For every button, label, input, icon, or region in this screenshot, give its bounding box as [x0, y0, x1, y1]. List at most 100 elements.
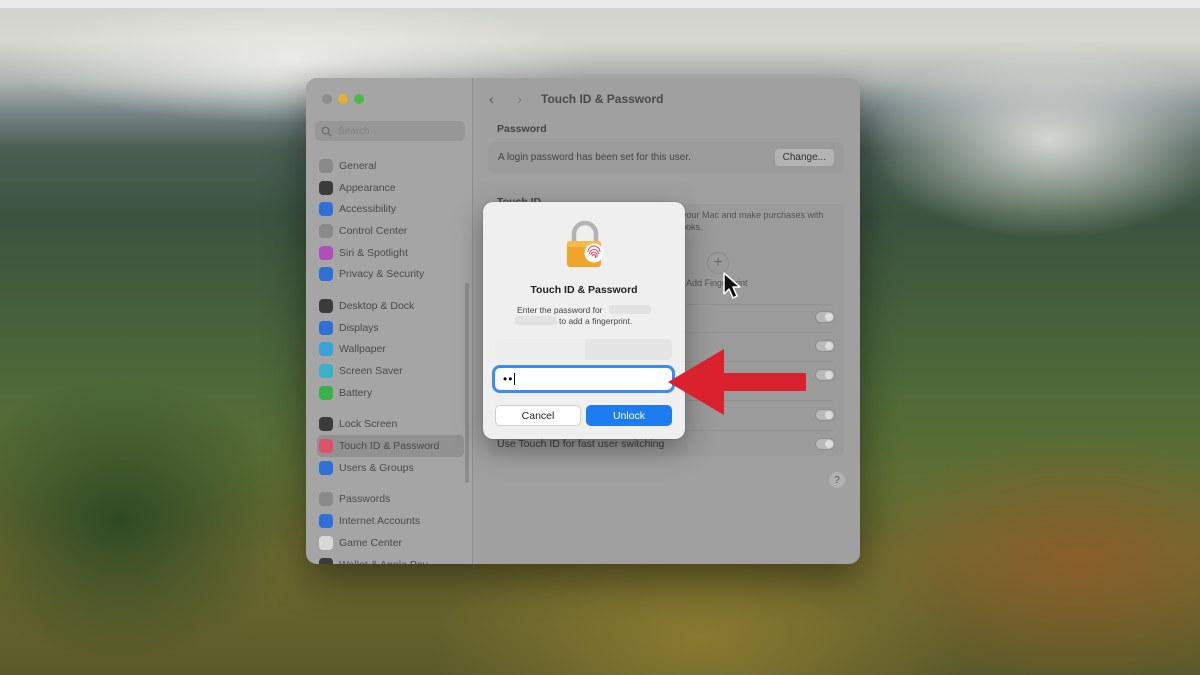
sidebar-item-label: Appearance: [339, 181, 396, 194]
search-icon: [321, 126, 332, 137]
displays-icon: [319, 320, 333, 335]
add-fingerprint-button[interactable]: +: [707, 252, 729, 274]
sidebar: Search General Appearance Accessibility Con…: [306, 78, 473, 564]
password-section-label: Password: [497, 123, 547, 135]
redacted-username: [515, 316, 557, 325]
sidebar-item-displays[interactable]: Displays: [317, 317, 464, 339]
redacted-username: [609, 305, 651, 314]
battery-icon: [319, 385, 333, 400]
at-icon: [319, 514, 333, 529]
cancel-button[interactable]: Cancel: [495, 405, 581, 426]
redacted-username-value: [495, 339, 585, 360]
lock-screen-icon: [319, 417, 333, 432]
sidebar-item-siri-spotlight[interactable]: Siri & Spotlight: [317, 242, 464, 264]
sidebar-item-passwords[interactable]: Passwords: [317, 489, 464, 511]
username-field[interactable]: [495, 339, 672, 360]
mouse-pointer-icon: [723, 272, 741, 299]
sidebar-item-privacy-security[interactable]: Privacy & Security: [317, 263, 464, 285]
apple-pay-toggle[interactable]: [815, 340, 835, 352]
sidebar-item-label: Lock Screen: [339, 418, 398, 431]
fast-user-switching-label: Use Touch ID for fast user switching: [497, 438, 665, 450]
dialog-message: Enter the password for: [517, 305, 603, 315]
sidebar-item-wallpaper[interactable]: Wallpaper: [317, 339, 464, 361]
sidebar-item-label: Game Center: [339, 536, 403, 549]
password-field[interactable]: ••: [495, 368, 672, 390]
key-icon: [319, 492, 333, 507]
window-controls: [322, 94, 364, 104]
password-status-text: A login password has been set for this u…: [498, 152, 691, 163]
auth-dialog: Touch ID & Password Enter the password f…: [483, 202, 685, 439]
password-card: A login password has been set for this u…: [488, 142, 844, 173]
sidebar-scrollbar[interactable]: [465, 283, 469, 483]
sidebar-item-game-center[interactable]: Game Center: [317, 532, 464, 554]
sidebar-item-wallet-apple-pay[interactable]: Wallet & Apple Pay: [317, 554, 464, 564]
forward-button[interactable]: ›: [517, 91, 522, 108]
wallpaper-icon: [319, 342, 333, 357]
sidebar-item-lock-screen[interactable]: Lock Screen: [317, 414, 464, 436]
sidebar-item-label: Displays: [339, 321, 379, 334]
sidebar-item-label: Battery: [339, 386, 373, 399]
text-caret: [514, 373, 516, 385]
wallet-icon: [319, 557, 333, 564]
sidebar-item-label: Internet Accounts: [339, 515, 421, 528]
sidebar-item-label: Control Center: [339, 224, 408, 237]
page-title: Touch ID & Password: [541, 92, 664, 106]
siri-icon: [319, 245, 333, 260]
change-password-button[interactable]: Change...: [774, 149, 834, 166]
sidebar-item-general[interactable]: General: [317, 155, 464, 177]
sidebar-item-desktop-dock[interactable]: Desktop & Dock: [317, 295, 464, 317]
desktop-icon: [319, 298, 333, 313]
control-center-icon: [319, 223, 333, 238]
minimize-button[interactable]: [338, 94, 348, 104]
sidebar-item-label: General: [339, 159, 377, 172]
zoom-button[interactable]: [354, 94, 364, 104]
sidebar-item-label: Wallpaper: [339, 343, 386, 356]
sidebar-item-label: Desktop & Dock: [339, 299, 415, 312]
touchid-description: k your Mac and make purchases with Books.: [675, 210, 824, 232]
lock-fingerprint-icon: [563, 220, 609, 270]
password-autofill-toggle[interactable]: [815, 409, 835, 421]
password-value: ••: [503, 372, 514, 386]
sidebar-item-internet-accounts[interactable]: Internet Accounts: [317, 510, 464, 532]
back-button[interactable]: ‹: [489, 91, 494, 108]
users-icon: [319, 460, 333, 475]
sidebar-item-touch-id-password[interactable]: Touch ID & Password: [317, 435, 464, 457]
fast-user-switching-toggle[interactable]: [815, 438, 835, 450]
menu-bar: [0, 0, 1200, 8]
close-button[interactable]: [322, 94, 332, 104]
sidebar-item-control-center[interactable]: Control Center: [317, 220, 464, 242]
game-center-icon: [319, 535, 333, 550]
hand-icon: [319, 267, 333, 282]
sidebar-item-label: Wallet & Apple Pay: [339, 559, 428, 564]
red-arrow-annotation: [668, 349, 806, 415]
gear-icon: [319, 158, 333, 173]
unlock-button[interactable]: Unlock: [586, 405, 672, 426]
sidebar-item-battery[interactable]: Battery: [317, 382, 464, 404]
sidebar-search[interactable]: Search: [315, 121, 465, 141]
unlock-mac-toggle[interactable]: [815, 311, 835, 323]
sidebar-item-label: Passwords: [339, 493, 391, 506]
sidebar-item-accessibility[interactable]: Accessibility: [317, 198, 464, 220]
search-input[interactable]: Search: [338, 126, 370, 137]
sidebar-item-label: Privacy & Security: [339, 268, 425, 281]
fingerprint-icon: [319, 439, 333, 454]
help-button[interactable]: ?: [829, 472, 845, 488]
sidebar-item-label: Touch ID & Password: [339, 440, 440, 453]
dialog-message-continued: to add a fingerprint.: [559, 316, 633, 326]
sidebar-item-users-groups[interactable]: Users & Groups: [317, 457, 464, 479]
accessibility-icon: [319, 202, 333, 217]
sidebar-item-appearance[interactable]: Appearance: [317, 177, 464, 199]
sidebar-item-label: Users & Groups: [339, 461, 414, 474]
sidebar-item-label: Siri & Spotlight: [339, 246, 408, 259]
sidebar-item-label: Screen Saver: [339, 365, 403, 378]
appearance-icon: [319, 180, 333, 195]
sidebar-item-label: Accessibility: [339, 203, 397, 216]
screen-saver-icon: [319, 364, 333, 379]
dialog-title: Touch ID & Password: [530, 284, 638, 296]
sidebar-item-screen-saver[interactable]: Screen Saver: [317, 360, 464, 382]
itunes-store-toggle[interactable]: [815, 369, 835, 381]
sidebar-list: General Appearance Accessibility Control Ce…: [317, 155, 464, 564]
